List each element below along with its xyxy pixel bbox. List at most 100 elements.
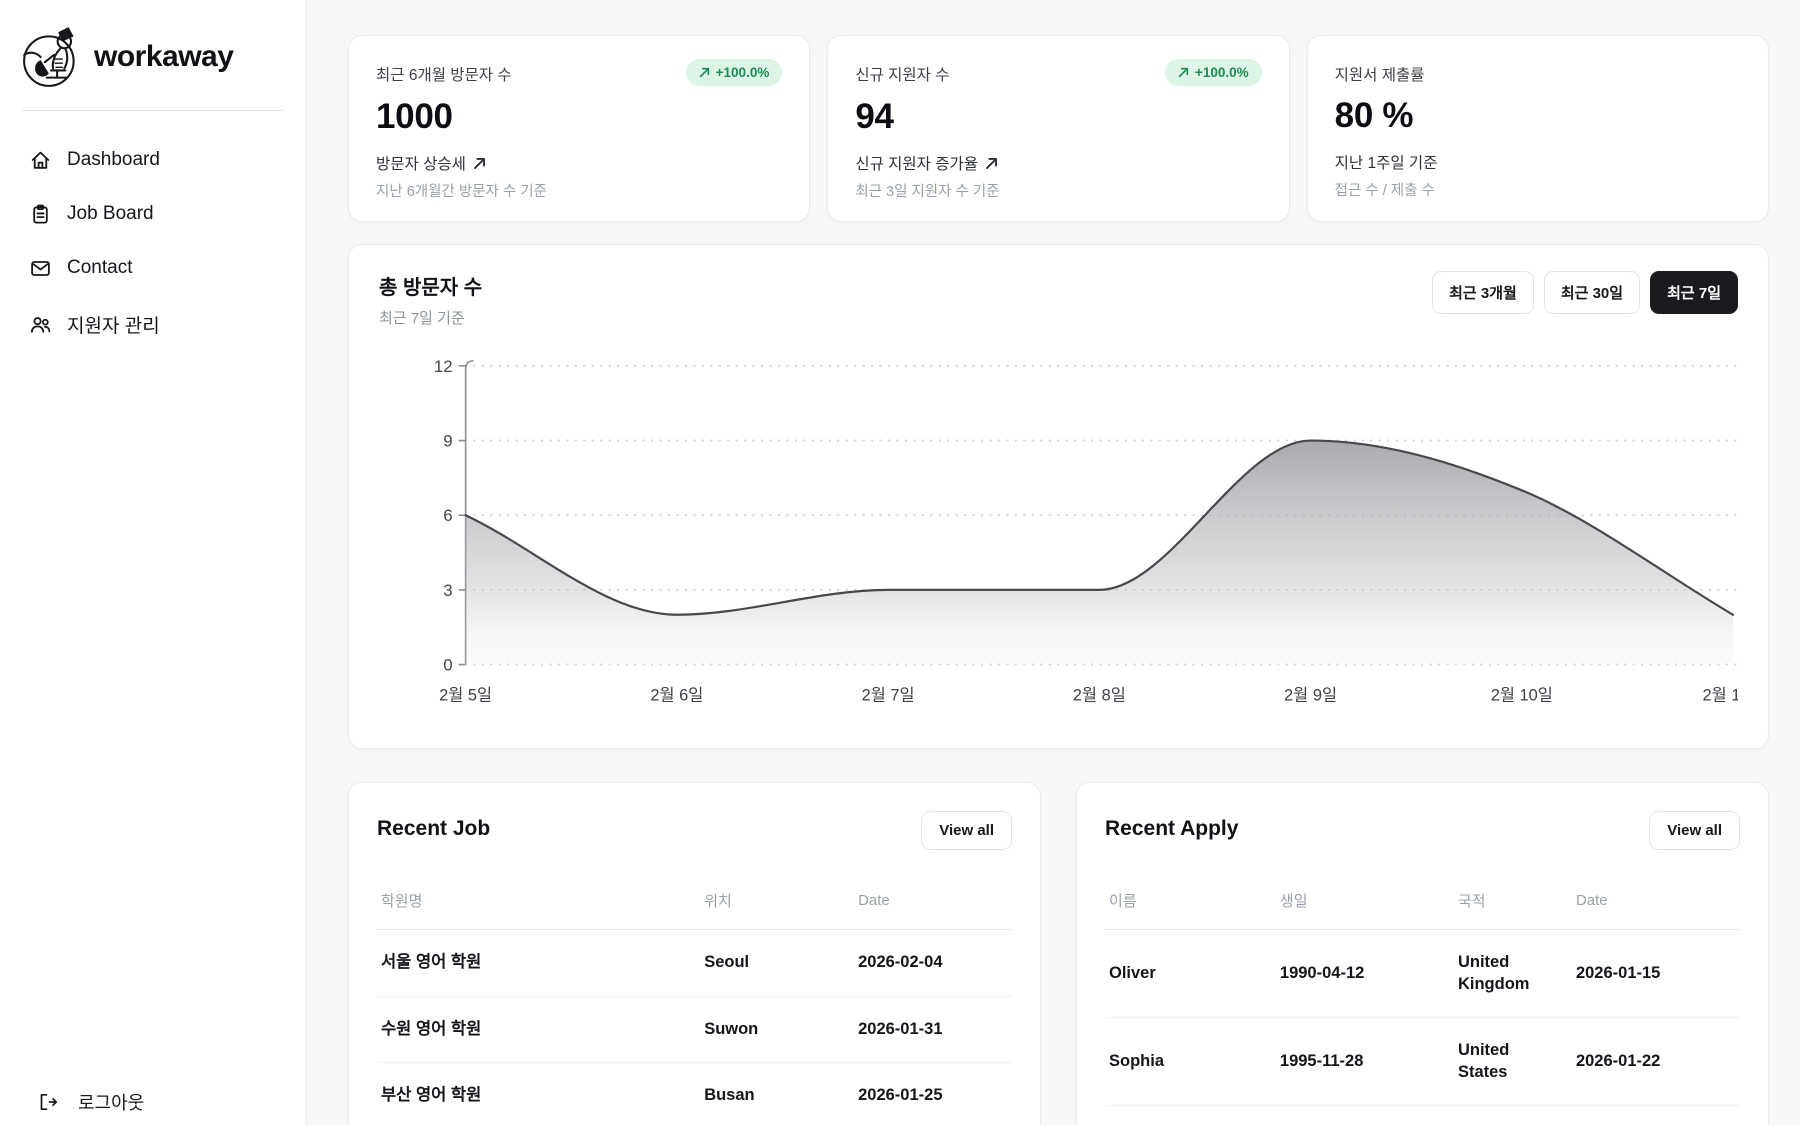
sidebar-item-dashboard[interactable]: Dashboard	[20, 137, 286, 183]
visitors-area-chart-svg: 0 3 6 9 12 2월 5일 2월 6일 2월 7일 2월 8일 2월 9일 2월 10일 2월 …	[379, 336, 1738, 734]
birthday-cell: 1995-11-28	[1280, 1051, 1444, 1072]
stat-subcaption: 접근 수 / 제출 수	[1335, 179, 1741, 200]
clipboard-icon	[30, 204, 51, 225]
sidebar-item-label: Dashboard	[67, 149, 160, 171]
range-button-3months[interactable]: 최근 3개월	[1432, 271, 1534, 314]
badge-value: +100.0%	[1195, 65, 1249, 80]
workaway-logo-icon	[20, 24, 86, 90]
recent-apply-card: Recent Apply View all 이름 생일 국적 Date Oliv…	[1076, 782, 1769, 1125]
sidebar: workaway Dashboard Job Board Conta	[0, 0, 307, 1125]
svg-text:12: 12	[434, 357, 453, 376]
brand-name: workaway	[94, 40, 233, 74]
svg-text:0: 0	[443, 656, 452, 675]
column-header: 국적	[1458, 890, 1562, 911]
stat-value: 94	[855, 97, 1261, 137]
stat-caption: 방문자 상승세	[376, 152, 466, 174]
mail-icon	[30, 258, 51, 279]
table-header-row: 학원명 위치 Date	[377, 890, 1012, 930]
academy-name-cell: 부산 영어 학원	[381, 1085, 704, 1106]
date-cell: 2026-02-04	[858, 952, 1012, 973]
stat-subcaption: 최근 3일 지원자 수 기준	[855, 180, 1261, 201]
svg-text:2월 5일: 2월 5일	[439, 686, 492, 704]
trend-badge: +100.0%	[686, 59, 783, 86]
table-row: 부산 영어 학원 Busan 2026-01-25	[377, 1063, 1012, 1125]
stat-title: 지원서 제출률	[1335, 59, 1425, 85]
svg-text:2월 8일: 2월 8일	[1073, 686, 1126, 704]
column-header: 위치	[704, 890, 858, 911]
trend-up-icon	[1178, 67, 1189, 78]
stat-card-submission-rate: 지원서 제출률 80 % 지난 1주일 기준 접근 수 / 제출 수	[1307, 35, 1769, 222]
logout-button[interactable]: 로그아웃	[38, 1089, 144, 1123]
sidebar-item-applicants[interactable]: 지원자 관리	[20, 299, 286, 350]
date-cell: 2026-01-25	[858, 1085, 1012, 1106]
svg-text:2월 11일: 2월 11일	[1703, 686, 1738, 704]
birthday-cell: 1990-04-12	[1280, 963, 1444, 984]
sidebar-divider	[22, 110, 284, 111]
stat-title: 최근 6개월 방문자 수	[376, 59, 512, 85]
svg-text:2월 9일: 2월 9일	[1284, 686, 1337, 704]
sidebar-item-job-board[interactable]: Job Board	[20, 191, 286, 237]
trend-badge: +100.0%	[1165, 59, 1262, 86]
range-button-30days[interactable]: 최근 30일	[1544, 271, 1640, 314]
trend-up-icon	[985, 157, 998, 170]
academy-name-cell: 서울 영어 학원	[381, 952, 704, 973]
stat-value: 80 %	[1335, 96, 1741, 136]
nationality-cell: United Kingdom	[1458, 952, 1562, 995]
logout-icon	[38, 1092, 58, 1112]
location-cell: Busan	[704, 1085, 858, 1106]
range-button-group: 최근 3개월 최근 30일 최근 7일	[1432, 271, 1738, 314]
chart-subtitle: 최근 7일 기준	[379, 307, 482, 328]
stat-caption: 신규 지원자 증가율	[855, 152, 978, 174]
visitors-chart-card: 총 방문자 수 최근 7일 기준 최근 3개월 최근 30일 최근 7일 0 3 6…	[348, 244, 1769, 749]
main-content: 최근 6개월 방문자 수 +100.0% 1000 방문자 상승세 지난 6개월…	[307, 0, 1800, 1125]
date-cell: 2026-01-15	[1576, 963, 1740, 984]
sidebar-nav: Dashboard Job Board Contact 지	[20, 137, 286, 350]
table-row: 서울 영어 학원 Seoul 2026-02-04	[377, 930, 1012, 996]
chart-title: 총 방문자 수	[379, 271, 482, 300]
trend-up-icon	[473, 157, 486, 170]
column-header: 이름	[1109, 890, 1266, 911]
users-icon	[30, 314, 51, 335]
recent-apply-title: Recent Apply	[1105, 811, 1238, 841]
brand: workaway	[20, 24, 286, 90]
recent-job-title: Recent Job	[377, 811, 490, 841]
recent-job-view-all-button[interactable]: View all	[921, 811, 1012, 850]
column-header: 생일	[1280, 890, 1444, 911]
svg-text:2월 10일: 2월 10일	[1491, 686, 1553, 704]
academy-name-cell: 수원 영어 학원	[381, 1019, 704, 1040]
svg-text:9: 9	[443, 432, 452, 451]
svg-text:3: 3	[443, 581, 452, 600]
trend-up-icon	[699, 67, 710, 78]
location-cell: Seoul	[704, 952, 858, 973]
badge-value: +100.0%	[716, 65, 770, 80]
name-cell: Sophia	[1109, 1051, 1266, 1072]
stats-row: 최근 6개월 방문자 수 +100.0% 1000 방문자 상승세 지난 6개월…	[348, 35, 1769, 222]
tables-row: Recent Job View all 학원명 위치 Date 서울 영어 학원…	[348, 782, 1769, 1125]
recent-job-table: 학원명 위치 Date 서울 영어 학원 Seoul 2026-02-04 수원…	[377, 890, 1012, 1125]
recent-apply-table: 이름 생일 국적 Date Oliver 1990-04-12 United K…	[1105, 890, 1740, 1125]
column-header: Date	[858, 892, 1012, 909]
stat-card-visitors-6mo: 최근 6개월 방문자 수 +100.0% 1000 방문자 상승세 지난 6개월…	[348, 35, 810, 222]
column-header: 학원명	[381, 890, 704, 911]
nationality-cell: United States	[1458, 1040, 1562, 1083]
sidebar-item-contact[interactable]: Contact	[20, 245, 286, 291]
recent-job-card: Recent Job View all 학원명 위치 Date 서울 영어 학원…	[348, 782, 1041, 1125]
sidebar-item-label: Job Board	[67, 203, 154, 225]
home-icon	[30, 150, 51, 171]
range-button-7days[interactable]: 최근 7일	[1650, 271, 1738, 314]
table-header-row: 이름 생일 국적 Date	[1105, 890, 1740, 930]
table-row: 수원 영어 학원 Suwon 2026-01-31	[377, 997, 1012, 1063]
svg-text:6: 6	[443, 506, 452, 525]
date-cell: 2026-01-22	[1576, 1051, 1740, 1072]
table-row: Liam 1988-07-03 Canada 2026-02-01	[1105, 1106, 1740, 1125]
svg-text:2월 6일: 2월 6일	[650, 686, 703, 704]
name-cell: Oliver	[1109, 963, 1266, 984]
stat-subcaption: 지난 6개월간 방문자 수 기준	[376, 180, 782, 201]
svg-text:2월 7일: 2월 7일	[862, 686, 915, 704]
sidebar-item-label: Contact	[67, 257, 132, 279]
recent-apply-view-all-button[interactable]: View all	[1649, 811, 1740, 850]
sidebar-item-label: 지원자 관리	[67, 311, 160, 338]
logout-label: 로그아웃	[78, 1089, 144, 1115]
stat-value: 1000	[376, 97, 782, 137]
table-row: Oliver 1990-04-12 United Kingdom 2026-01…	[1105, 930, 1740, 1018]
